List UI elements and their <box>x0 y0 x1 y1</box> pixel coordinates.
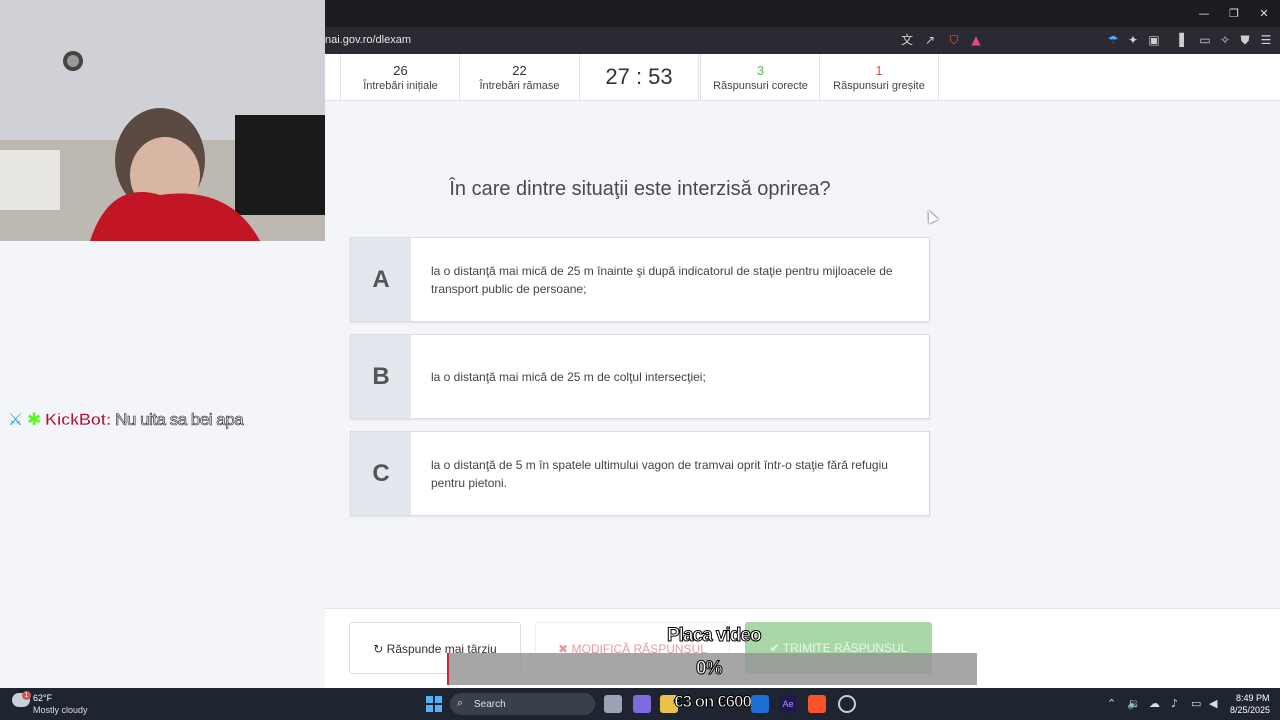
copilot-icon[interactable] <box>633 695 651 713</box>
promo-overlay: €3 on €600 <box>674 692 753 712</box>
wallet-icon[interactable]: ▭ <box>1196 31 1214 49</box>
microphone-icon[interactable]: ♪ <box>1171 697 1178 710</box>
vpn-icon[interactable]: ⛊ <box>1236 31 1254 49</box>
answer-text: la o distanţă de 5 m în spatele ultimulu… <box>431 457 888 490</box>
stat-wrong-answers: 1 Răspunsuri greșite <box>819 54 939 100</box>
video-title-overlay: Placa video <box>667 625 763 647</box>
question-text: În care dintre situaţii este interzisă o… <box>449 178 831 200</box>
exam-timer: 27 : 53 <box>579 54 699 100</box>
badge-icon: ✱ <box>26 410 41 430</box>
webcam-feed <box>0 0 325 241</box>
weather-temperature: 62°F <box>33 693 53 703</box>
share-icon[interactable]: ↗ <box>921 31 939 49</box>
sword-icon: ⚔ <box>8 410 23 430</box>
answer-option-a[interactable]: A la o distanţă mai mică de 25 m înainte… <box>350 237 930 322</box>
volume-icon[interactable]: ◀ <box>1209 697 1217 710</box>
stat-correct-answers: 3 Răspunsuri corecte <box>700 54 820 100</box>
search-icon: ⌕ <box>457 696 464 709</box>
answer-letter: A <box>351 238 411 321</box>
stat-initial-questions: 26 Întrebări inițiale <box>340 54 460 100</box>
weather-description: Mostly cloudy <box>33 705 88 715</box>
windows-start-icon[interactable] <box>425 695 443 713</box>
outlook-icon[interactable] <box>751 695 769 713</box>
obs-icon[interactable] <box>838 695 856 713</box>
brave-shield-icon[interactable]: ⛉ <box>945 31 963 49</box>
stat-label: Răspunsuri corecte <box>713 80 808 92</box>
webcam-overlay <box>0 0 325 241</box>
video-progress-overlay: 0% <box>695 658 723 680</box>
taskbar-search-box[interactable] <box>450 693 595 715</box>
taskbar-clock-date[interactable]: 8/25/2025 <box>1230 705 1270 715</box>
stat-value: 22 <box>512 63 527 78</box>
chat-overlay: ⚔ ✱ KickBot: Nu uita sa bei apa <box>8 410 244 430</box>
stat-label: Întrebări inițiale <box>363 80 438 92</box>
answer-text: la o distanţă mai mică de 25 m înainte ş… <box>431 263 893 296</box>
network-icon[interactable]: ▭ <box>1191 697 1201 710</box>
leo-icon[interactable]: ☂ <box>1104 31 1122 49</box>
chat-message: Nu uita sa bei apa <box>115 410 244 430</box>
answer-option-b[interactable]: B la o distanţă mai mică de 25 m de colţ… <box>350 334 930 419</box>
refresh-icon: ↻ <box>373 642 384 656</box>
address-bar[interactable]: nai.gov.ro/dlexam <box>325 34 411 46</box>
translate-icon[interactable]: 文 <box>898 31 916 49</box>
minimize-button[interactable]: — <box>1194 6 1214 22</box>
task-view-icon[interactable] <box>604 695 622 713</box>
stat-remaining-questions: 22 Întrebări rămase <box>459 54 579 100</box>
answer-option-c[interactable]: C la o distanţă de 5 m în spatele ultimu… <box>350 431 930 516</box>
exam-stats-bar: 26 Întrebări inițiale 22 Întrebări rămas… <box>325 54 1280 101</box>
close-window-button[interactable]: ✕ <box>1254 6 1274 22</box>
brave-rewards-icon[interactable]: ▲ <box>967 31 985 49</box>
weather-badge: 1 <box>22 691 31 700</box>
stat-label: Întrebări rămase <box>479 80 560 92</box>
speaker-icon[interactable]: 🔉 <box>1127 697 1141 710</box>
taskbar-clock-time[interactable]: 8:49 PM <box>1236 693 1270 703</box>
stat-value: 1 <box>875 63 883 78</box>
answer-letter: B <box>351 335 411 418</box>
after-effects-icon[interactable]: Ae <box>779 695 797 713</box>
stat-value: 26 <box>393 63 408 78</box>
chat-username: KickBot: <box>44 410 112 430</box>
maximize-button[interactable]: ❐ <box>1224 6 1244 22</box>
stat-label: Răspunsuri greșite <box>833 80 925 92</box>
ai-icon[interactable]: ✧ <box>1216 31 1234 49</box>
answer-text: la o distanţă mai mică de 25 m de colţul… <box>431 369 706 384</box>
stat-value: 3 <box>756 63 765 78</box>
answer-letter: C <box>351 432 411 515</box>
chevron-up-icon[interactable]: ⌃ <box>1107 697 1116 710</box>
brave-browser-icon[interactable] <box>808 695 826 713</box>
tab-icon[interactable]: ▣ <box>1145 31 1163 49</box>
cloud-icon[interactable]: ☁ <box>1149 697 1160 710</box>
taskbar-search-label: Search <box>474 699 506 710</box>
sidebar-icon[interactable]: ▌ <box>1175 31 1193 49</box>
extensions-icon[interactable]: ✦ <box>1124 31 1142 49</box>
mouse-cursor <box>923 208 939 224</box>
menu-icon[interactable]: ☰ <box>1257 31 1275 49</box>
